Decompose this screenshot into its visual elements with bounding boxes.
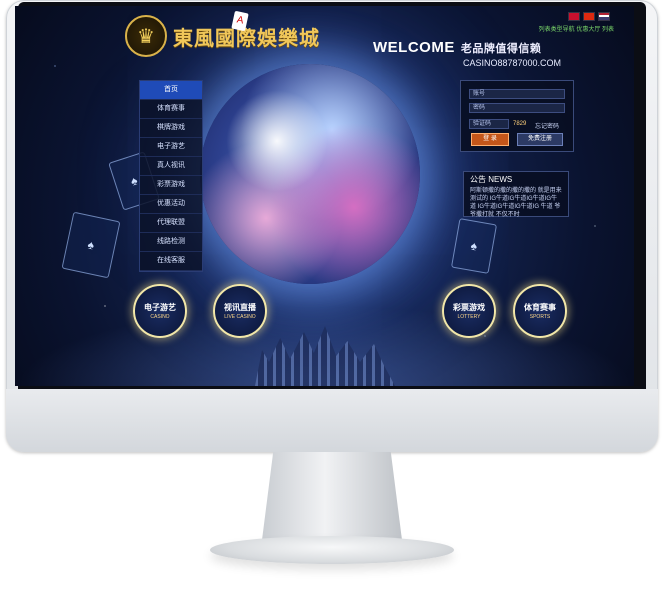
monitor-stand-base [210,536,454,564]
live-casino-label-en: LIVE CASINO [224,314,256,320]
crown-emblem-icon: ♛ [125,15,167,57]
site-logo[interactable]: ♛ 東風國際娛樂城 A [125,10,320,57]
notice-panel: 公告 NEWS 阿斯顿撒的撒的撒的撒的 就是用来测试的 IG牛道IG牛道IG牛道… [463,171,569,219]
side-nav: 首页 体育赛事 棋牌游戏 电子游艺 真人视讯 彩票游戏 优惠活动 代理联盟 线路… [139,80,203,272]
nav-item-live[interactable]: 真人视讯 [140,157,202,176]
casino-circle-button[interactable]: 电子游艺 CASINO [133,284,187,338]
monitor-stand-neck [262,452,402,540]
nav-item-agents[interactable]: 代理联盟 [140,214,202,233]
nav-item-slots[interactable]: 电子游艺 [140,138,202,157]
domain-text: CASINO88787000.COM [463,58,562,68]
casino-label: 电子游艺 [144,303,176,312]
captcha-code[interactable]: 7829 [513,121,526,127]
casino-label-en: CASINO [150,314,170,320]
nav-item-lottery[interactable]: 彩票游戏 [140,176,202,195]
live-casino-circle-button[interactable]: 视讯直播 LIVE CASINO [213,284,267,338]
welcome-subtitle: 老品牌值得信赖 [460,43,542,55]
nav-item-promotions[interactable]: 优惠活动 [140,195,202,214]
nav-item-home[interactable]: 首页 [140,81,202,100]
flag-us-icon[interactable] [598,12,610,21]
login-button[interactable]: 登 录 [471,133,509,146]
language-flags [568,12,610,21]
register-button[interactable]: 免费注册 [517,133,563,146]
welcome-banner: WELCOME 老品牌值得信赖 [373,39,541,56]
flag-hk-icon[interactable] [568,12,580,21]
monitor-chin [6,389,658,452]
welcome-title: WELCOME [373,39,455,56]
site-name: 東風國際娛樂城 [173,25,320,50]
nav-item-line-check[interactable]: 线路检测 [140,233,202,252]
captcha-input[interactable]: 验证码 [469,119,509,129]
lottery-label: 彩票游戏 [453,303,485,312]
top-links[interactable]: 列表类型导航 优惠大厅 列表 [539,24,614,33]
live-casino-label: 视讯直播 [224,303,256,312]
password-input[interactable]: 密码 [469,103,565,113]
login-box: 账号 密码 验证码 7829 忘记密码 登 录 免费注册 [460,80,574,152]
forgot-password-link[interactable]: 忘记密码 [535,121,559,130]
sports-label-en: SPORTS [529,314,551,320]
notice-body[interactable]: 阿斯顿撒的撒的撒的撒的 就是用来测试的 IG牛道IG牛道IG牛道IG牛道 IG牛… [464,187,568,219]
lottery-circle-button[interactable]: 彩票游戏 LOTTERY [442,284,496,338]
sports-circle-button[interactable]: 体育赛事 SPORTS [513,284,567,338]
nav-item-chess[interactable]: 棋牌游戏 [140,119,202,138]
notice-title: 公告 NEWS [470,175,513,184]
lottery-label-en: LOTTERY [457,314,481,320]
sports-label: 体育赛事 [524,303,556,312]
website-screen: ♠ ♠ ♠ ♛ 東風國際娛樂城 A 列表类型导航 优惠大厅 列表 WELCOME… [15,6,634,386]
planet-image [200,64,420,284]
flag-cn-icon[interactable] [583,12,595,21]
account-input[interactable]: 账号 [469,89,565,99]
nav-item-sports[interactable]: 体育赛事 [140,100,202,119]
nav-item-support[interactable]: 在线客服 [140,252,202,271]
